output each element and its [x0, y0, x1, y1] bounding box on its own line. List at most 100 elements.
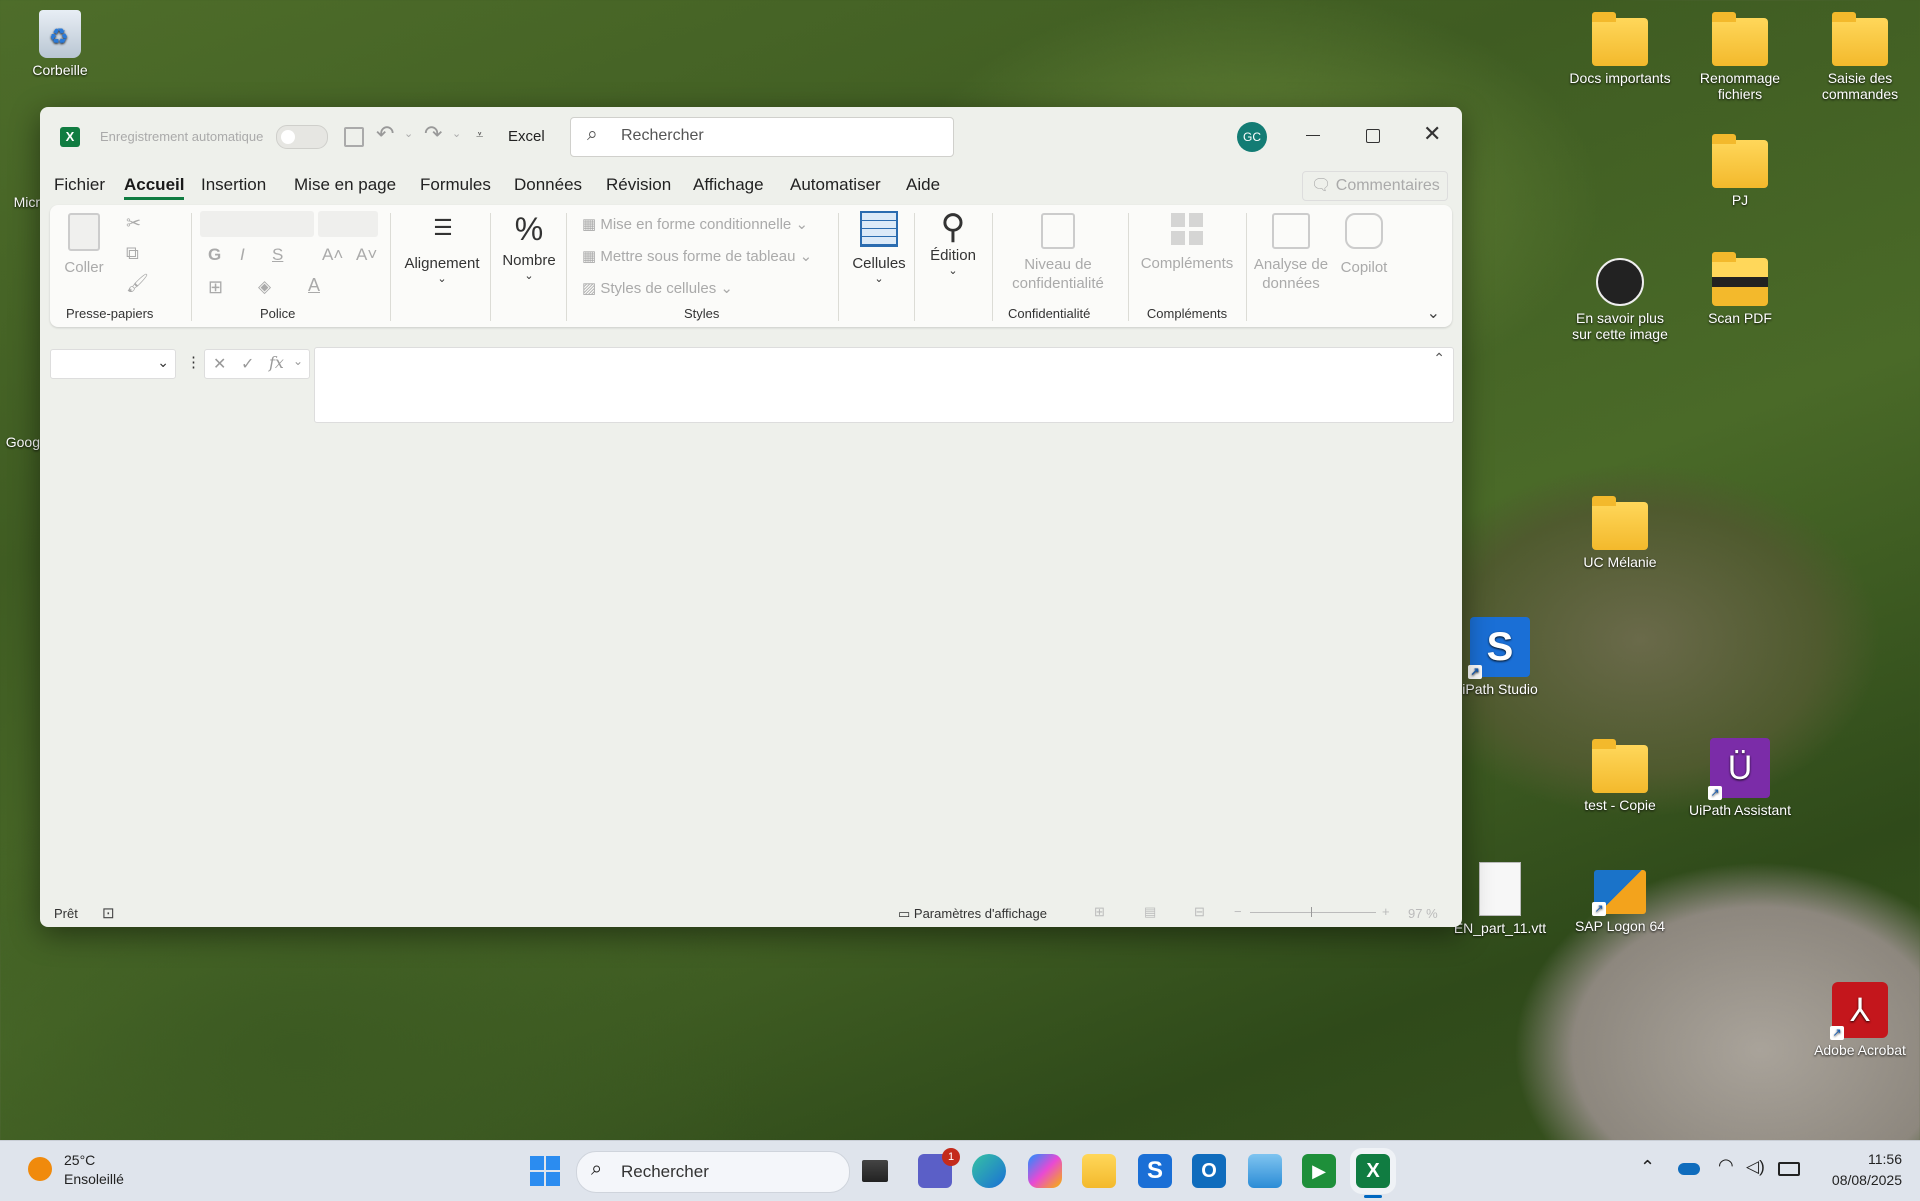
redo-dropdown-icon[interactable]: ⌄ [452, 127, 461, 140]
weather-widget[interactable]: 25°C Ensoleillé [24, 1151, 164, 1191]
name-box[interactable]: ⌄ [50, 349, 176, 379]
outlook-icon[interactable]: O [1192, 1154, 1226, 1188]
sap-logon-icon[interactable]: ↗ SAP Logon 64 [1565, 870, 1675, 934]
uipath-studio-taskbar-icon[interactable]: S [1138, 1154, 1172, 1188]
left-icon-2[interactable]: Goog [0, 380, 40, 450]
copilot-button[interactable]: Copilot [1334, 213, 1394, 276]
test-folder[interactable]: test - Copie [1565, 739, 1675, 813]
decrease-font-icon[interactable]: A˅ [356, 245, 377, 265]
close-icon[interactable]: ✕ [1423, 121, 1441, 147]
cells-button[interactable]: Cellules ⌄ [846, 211, 912, 285]
tab-review[interactable]: Révision [606, 175, 671, 195]
more-icon[interactable]: ⋮ [186, 353, 201, 371]
fill-color-icon[interactable]: ◈ [258, 277, 271, 297]
zoom-in-icon[interactable]: + [1382, 904, 1390, 919]
notepad-icon[interactable] [1248, 1154, 1282, 1188]
alignment-button[interactable]: ☰ Alignement ⌄ [400, 215, 484, 285]
tab-automate[interactable]: Automatiser [790, 175, 881, 195]
search-box[interactable]: ⌕ Rechercher [570, 117, 954, 157]
rename-folder[interactable]: Renommage fichiers [1685, 12, 1795, 102]
formula-input[interactable]: ⌃ [314, 347, 1454, 423]
cancel-icon[interactable]: ✕ [213, 354, 226, 374]
tab-insert[interactable]: Insertion [201, 175, 266, 195]
page-break-view-icon[interactable]: ⊟ [1194, 904, 1205, 920]
maximize-icon[interactable] [1366, 129, 1380, 143]
minimize-icon[interactable] [1306, 135, 1320, 136]
increase-font-icon[interactable]: A˄ [322, 245, 343, 265]
edge-icon[interactable] [972, 1154, 1006, 1188]
accessibility-icon[interactable]: ⊡ [102, 904, 115, 922]
font-name-dropdown[interactable] [200, 211, 314, 237]
sensitivity-button[interactable]: Niveau de confidentialité [1000, 213, 1116, 293]
copy-icon[interactable]: ⧉ [126, 243, 139, 264]
enter-icon[interactable]: ✓ [241, 354, 254, 374]
number-button[interactable]: % Nombre ⌄ [496, 211, 562, 282]
tab-help[interactable]: Aide [906, 175, 940, 195]
redo-icon[interactable]: ↷ [424, 121, 442, 147]
file-explorer-icon[interactable] [1082, 1154, 1116, 1188]
tab-file[interactable]: Fichier [54, 175, 105, 195]
underline-button[interactable]: S [272, 245, 283, 265]
customize-toolbar-icon[interactable]: ⩡ [476, 127, 483, 143]
ribbon-collapse-icon[interactable]: ⌄ [1427, 303, 1440, 323]
comments-button[interactable]: 🗨 Commentaires [1302, 171, 1448, 201]
borders-icon[interactable]: ⊞ [208, 277, 223, 298]
font-color-icon[interactable]: A [308, 275, 320, 296]
paste-button[interactable]: Coller [62, 213, 106, 276]
uc-folder[interactable]: UC Mélanie [1565, 496, 1675, 570]
editing-button[interactable]: ⚲ Édition ⌄ [918, 207, 988, 277]
chevron-up-icon[interactable]: ⌃ [1640, 1157, 1655, 1178]
acrobat-icon[interactable]: ⅄ ↗ Adobe Acrobat [1805, 982, 1915, 1058]
onedrive-icon[interactable] [1678, 1163, 1700, 1175]
cell-styles-button[interactable]: ▨ Styles de cellules ⌄ [582, 279, 733, 297]
conditional-formatting-button[interactable]: ▦ Mise en forme conditionnelle ⌄ [582, 215, 808, 233]
clock-time[interactable]: 11:56 [1842, 1151, 1902, 1167]
zoom-slider[interactable] [1250, 907, 1376, 917]
undo-icon[interactable]: ↶ [376, 121, 394, 147]
page-layout-view-icon[interactable]: ▤ [1144, 904, 1156, 920]
format-as-table-button[interactable]: ▦ Mettre sous forme de tableau ⌄ [582, 247, 812, 265]
teams-icon[interactable]: 1 [918, 1148, 960, 1188]
autosave-toggle[interactable] [276, 125, 328, 149]
taskbar-search[interactable]: ⌕ Rechercher [576, 1151, 850, 1193]
function-icon[interactable]: fx [269, 353, 284, 372]
tab-page-layout[interactable]: Mise en page [294, 175, 396, 195]
display-settings-button[interactable]: ▭ Paramètres d'affichage [898, 906, 1047, 922]
scan-pdf-icon[interactable]: Scan PDF [1685, 252, 1795, 326]
media-player-icon[interactable]: ▶ [1302, 1154, 1336, 1188]
tab-formulas[interactable]: Formules [420, 175, 491, 195]
italic-button[interactable]: I [240, 245, 245, 265]
analyze-data-button[interactable]: Analyse de données [1246, 213, 1336, 293]
font-size-dropdown[interactable] [318, 211, 378, 237]
clock-date[interactable]: 08/08/2025 [1812, 1172, 1902, 1188]
pj-folder[interactable]: PJ [1685, 134, 1795, 208]
addins-button[interactable]: Compléments [1132, 213, 1242, 272]
tab-view[interactable]: Affichage [693, 175, 764, 195]
tab-home[interactable]: Accueil [124, 175, 185, 200]
recycle-bin[interactable]: ♻ Corbeille [5, 10, 115, 78]
avatar[interactable]: GC [1237, 122, 1267, 152]
copilot-icon[interactable] [1028, 1154, 1062, 1188]
save-icon[interactable] [344, 127, 364, 147]
zoom-out-icon[interactable]: − [1234, 904, 1242, 919]
learn-more-icon[interactable]: En savoir plus sur cette image [1565, 258, 1675, 342]
format-painter-icon[interactable]: 🖌 [126, 273, 149, 294]
docs-folder[interactable]: Docs importants [1565, 12, 1675, 86]
battery-icon[interactable] [1778, 1162, 1800, 1176]
undo-dropdown-icon[interactable]: ⌄ [404, 127, 413, 140]
task-view-icon[interactable] [862, 1160, 888, 1182]
zoom-level[interactable]: 97 % [1408, 906, 1438, 921]
orders-folder[interactable]: Saisie des commandes [1805, 12, 1915, 102]
normal-view-icon[interactable]: ⊞ [1094, 904, 1105, 920]
volume-icon[interactable]: ◁) [1746, 1157, 1765, 1177]
cut-icon[interactable]: ✂ [126, 213, 141, 234]
tab-data[interactable]: Données [514, 175, 582, 195]
uipath-assistant-icon[interactable]: Ü ↗ UiPath Assistant [1685, 738, 1795, 818]
left-icon-1[interactable]: Micr [0, 140, 40, 210]
wifi-icon[interactable]: ◠ [1718, 1155, 1734, 1176]
chevron-down-icon[interactable]: ⌄ [293, 354, 303, 368]
chevron-up-icon[interactable]: ⌃ [1433, 350, 1445, 367]
excel-taskbar-icon[interactable]: X [1356, 1154, 1390, 1188]
bold-button[interactable]: G [208, 245, 221, 265]
start-button[interactable] [528, 1154, 562, 1188]
